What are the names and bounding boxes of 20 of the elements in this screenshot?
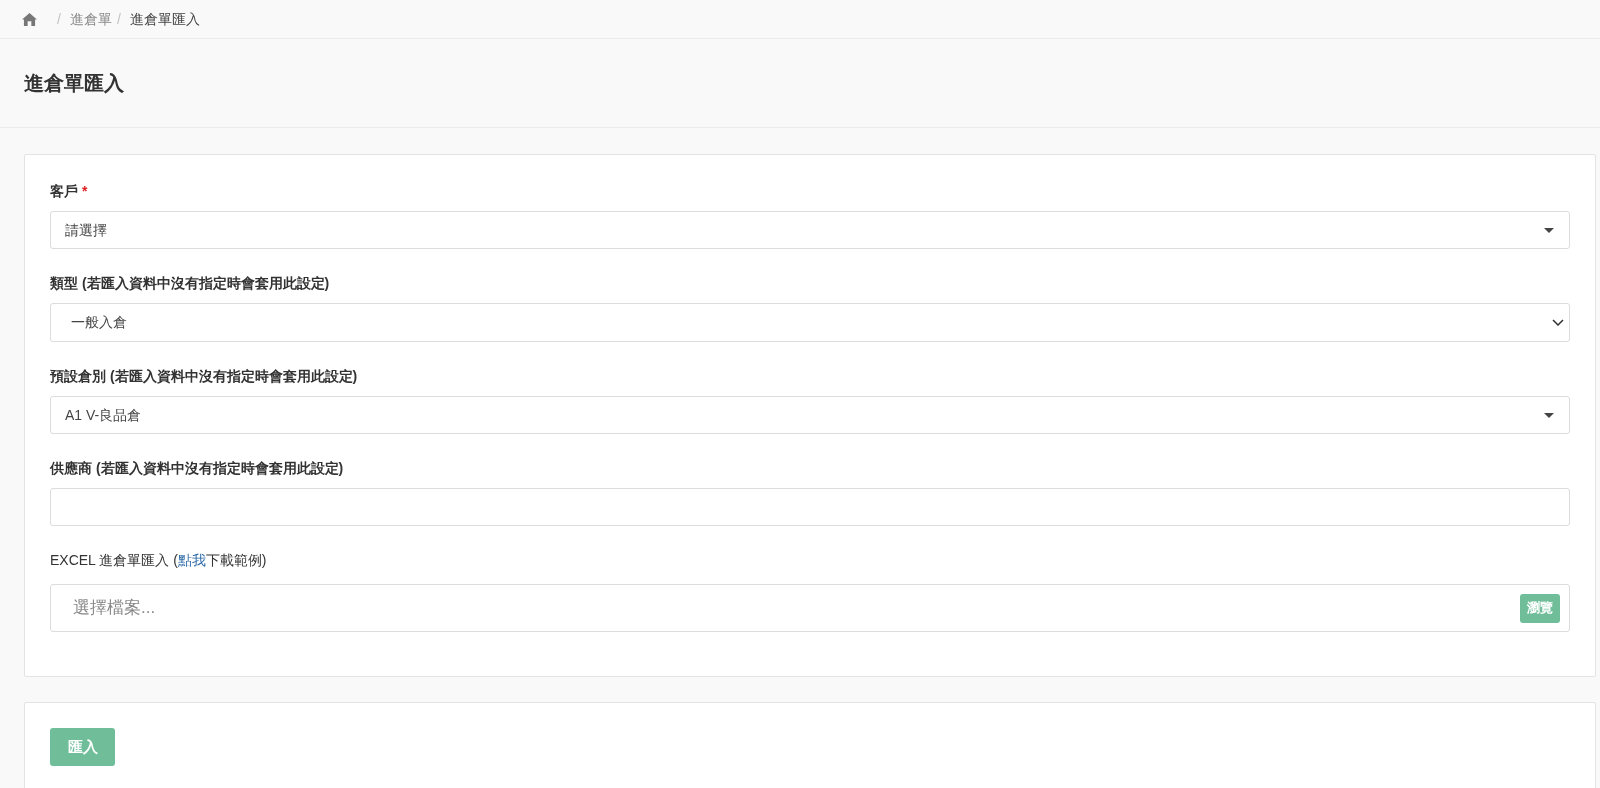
breadcrumb-item[interactable]: 進倉單 xyxy=(69,8,112,30)
field-label: 預設倉別 (若匯入資料中沒有指定時會套用此設定) xyxy=(50,366,358,386)
breadcrumb-separator: / xyxy=(57,9,61,29)
breadcrumb-item: 進倉單匯入 xyxy=(129,9,200,29)
field-label: 供應商 (若匯入資料中沒有指定時會套用此設定) xyxy=(50,458,344,478)
caret-down-icon xyxy=(1544,412,1554,418)
dropdown-field[interactable]: A1 V-良品倉 xyxy=(50,396,1570,434)
field-label: 類型 (若匯入資料中沒有指定時會套用此設定) xyxy=(50,273,330,293)
dropdown-field[interactable]: 一般入倉 xyxy=(50,303,1570,342)
text-input-field[interactable] xyxy=(50,488,1570,526)
chevron-down-icon xyxy=(1552,319,1564,326)
breadcrumb-separator: / xyxy=(116,9,121,29)
field-label: 客戶 xyxy=(50,181,78,201)
caret-down-icon xyxy=(1544,227,1554,233)
page-title: 進倉單匯入 xyxy=(24,71,124,96)
home-icon[interactable] xyxy=(22,12,37,26)
required-mark: * xyxy=(82,181,88,201)
dropdown-field[interactable]: 請選擇 xyxy=(50,211,1570,249)
field-label: EXCEL 進倉單匯入 (點我下載範例) xyxy=(50,550,267,570)
download-sample-link[interactable]: 點我 xyxy=(177,551,206,568)
